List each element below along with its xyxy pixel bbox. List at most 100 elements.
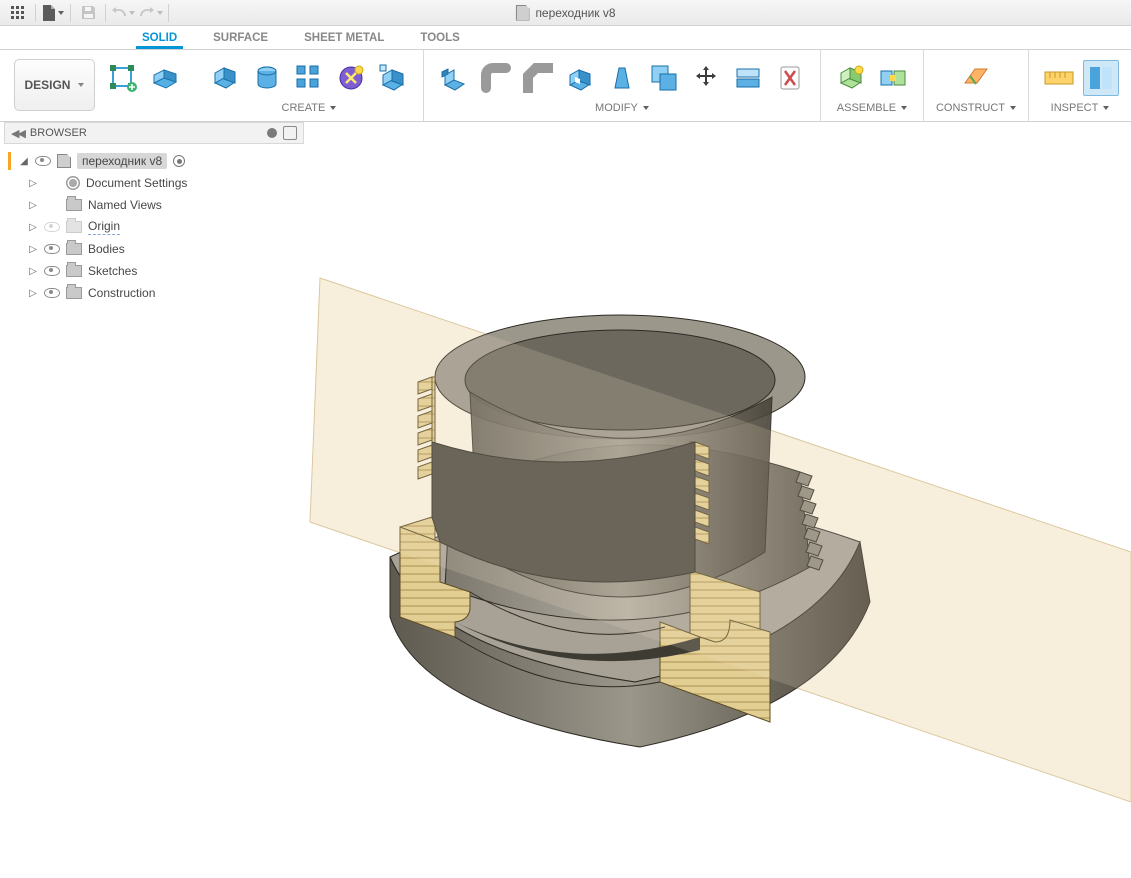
redo-button[interactable] <box>137 1 165 25</box>
browser-title: BROWSER <box>30 127 87 139</box>
cylinder-button[interactable] <box>249 60 285 96</box>
workspace-tabs: SOLID SURFACE SHEET METAL TOOLS <box>0 26 1131 50</box>
align-button[interactable] <box>730 60 766 96</box>
chevron-down-icon[interactable] <box>1010 106 1016 110</box>
ribbon: DESIGN <box>0 50 1131 122</box>
ribbon-group-label: ASSEMBLE <box>837 102 907 114</box>
folder-icon <box>66 221 82 233</box>
create-sketch-button[interactable] <box>105 60 141 96</box>
emboss-button[interactable] <box>333 60 369 96</box>
new-component-button[interactable] <box>833 60 869 96</box>
visibility-icon[interactable] <box>44 288 60 298</box>
chevron-down-icon <box>157 11 163 15</box>
gear-icon <box>66 176 80 190</box>
visibility-icon[interactable] <box>35 156 51 166</box>
browser-panel: ◀◀ BROWSER ◢ переходник v8 ▷ Document Se… <box>4 122 304 312</box>
ribbon-group-inspect: INSPECT <box>1029 50 1131 121</box>
expand-arrow-icon[interactable]: ◢ <box>19 156 29 167</box>
file-menu-button[interactable] <box>39 1 67 25</box>
document-title-text: переходник v8 <box>535 6 615 20</box>
chamfer-button[interactable] <box>520 60 556 96</box>
tab-sheet-metal[interactable]: SHEET METAL <box>298 28 390 49</box>
tree-item-bodies[interactable]: ▷ Bodies <box>6 238 302 260</box>
measure-button[interactable] <box>1041 60 1077 96</box>
panel-options-icon[interactable] <box>267 128 277 138</box>
save-button[interactable] <box>74 1 102 25</box>
ribbon-group-modify: MODIFY <box>424 50 821 121</box>
shell-button[interactable] <box>562 60 598 96</box>
tree-item-label: Named Views <box>88 198 162 212</box>
folder-icon <box>66 199 82 211</box>
panel-pin-icon[interactable] <box>283 126 297 140</box>
tree-item-origin[interactable]: ▷ Origin <box>6 216 302 238</box>
presspull-button[interactable] <box>436 60 472 96</box>
tree-item-named-views[interactable]: ▷ Named Views <box>6 194 302 216</box>
pattern-button[interactable] <box>291 60 327 96</box>
tree-item-label: Construction <box>88 286 155 300</box>
chevron-down-icon[interactable] <box>1103 106 1109 110</box>
tree-item-label: Sketches <box>88 264 137 278</box>
draft-button[interactable] <box>604 60 640 96</box>
tab-tools[interactable]: TOOLS <box>414 28 465 49</box>
quick-access-toolbar: переходник v8 <box>0 0 1131 26</box>
activate-radio-icon[interactable] <box>173 155 185 167</box>
component-icon <box>57 154 71 168</box>
extrude-button[interactable] <box>147 60 183 96</box>
folder-icon <box>66 265 82 277</box>
expand-arrow-icon[interactable]: ▷ <box>28 222 38 233</box>
rib-button[interactable] <box>375 60 411 96</box>
tab-solid[interactable]: SOLID <box>136 28 183 49</box>
expand-arrow-icon[interactable]: ▷ <box>28 244 38 255</box>
folder-icon <box>66 287 82 299</box>
workspace-switcher[interactable]: DESIGN <box>14 59 95 111</box>
active-marker <box>8 152 11 170</box>
separator <box>70 4 71 22</box>
tree-root-label: переходник v8 <box>77 153 167 169</box>
tab-surface[interactable]: SURFACE <box>207 28 274 49</box>
undo-button[interactable] <box>109 1 137 25</box>
ribbon-group-label: CONSTRUCT <box>936 102 1016 114</box>
chevron-down-icon[interactable] <box>901 106 907 110</box>
browser-header[interactable]: ◀◀ BROWSER <box>4 122 304 144</box>
chevron-down-icon <box>58 11 64 15</box>
document-title: переходник v8 <box>515 5 615 21</box>
move-button[interactable] <box>688 60 724 96</box>
separator <box>35 4 36 22</box>
workspace-switcher-label: DESIGN <box>24 78 70 92</box>
tree-item-label: Origin <box>88 219 120 235</box>
browser-tree: ◢ переходник v8 ▷ Document Settings ▷ Na… <box>4 144 304 312</box>
visibility-icon[interactable] <box>44 266 60 276</box>
tree-item-construction[interactable]: ▷ Construction <box>6 282 302 304</box>
chevron-down-icon[interactable] <box>330 106 336 110</box>
apps-grid-icon[interactable] <box>4 1 32 25</box>
expand-arrow-icon[interactable]: ▷ <box>28 200 38 211</box>
chevron-down-icon <box>78 83 84 87</box>
tree-root[interactable]: ◢ переходник v8 <box>6 150 302 172</box>
chevron-down-icon[interactable] <box>643 106 649 110</box>
combine-button[interactable] <box>646 60 682 96</box>
construct-plane-button[interactable] <box>958 60 994 96</box>
delete-button[interactable] <box>772 60 808 96</box>
folder-icon <box>66 243 82 255</box>
tree-item-document-settings[interactable]: ▷ Document Settings <box>6 172 302 194</box>
tree-item-sketches[interactable]: ▷ Sketches <box>6 260 302 282</box>
ribbon-group-label: INSPECT <box>1051 102 1110 114</box>
section-analysis-button[interactable] <box>1083 60 1119 96</box>
ribbon-group-create: CREATE <box>195 50 424 121</box>
visibility-icon[interactable] <box>44 244 60 254</box>
separator <box>105 4 106 22</box>
ribbon-group-construct: CONSTRUCT <box>924 50 1029 121</box>
expand-arrow-icon[interactable]: ▷ <box>28 288 38 299</box>
joint-button[interactable] <box>875 60 911 96</box>
expand-arrow-icon[interactable]: ▷ <box>28 178 38 189</box>
tree-item-label: Bodies <box>88 242 125 256</box>
collapse-panel-icon[interactable]: ◀◀ <box>11 127 24 140</box>
box-button[interactable] <box>207 60 243 96</box>
chevron-down-icon <box>129 11 135 15</box>
separator <box>168 4 169 22</box>
ribbon-group-assemble: ASSEMBLE <box>821 50 924 121</box>
document-icon <box>515 5 529 21</box>
expand-arrow-icon[interactable]: ▷ <box>28 266 38 277</box>
visibility-icon[interactable] <box>44 222 60 232</box>
fillet-button[interactable] <box>478 60 514 96</box>
